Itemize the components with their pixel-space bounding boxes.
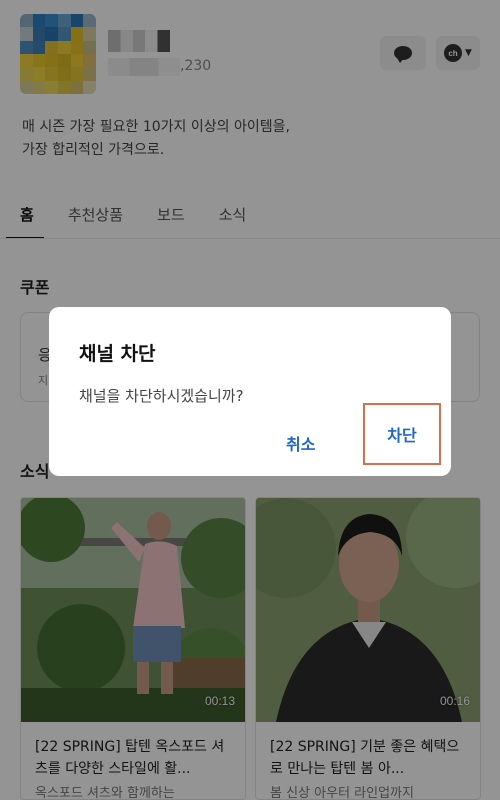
cancel-button[interactable]: 취소 [286, 431, 315, 455]
dialog-title: 채널 차단 [79, 343, 156, 365]
block-channel-dialog: 채널 차단 채널을 차단하시겠습니까? 취소 차단 [49, 307, 451, 476]
block-confirm-button[interactable]: 차단 [363, 403, 441, 465]
channel-home-page: ,230 ch ▼ 매 시즌 가장 필요한 10가지 이상의 아이템을, 가장 … [0, 0, 500, 800]
dialog-message: 채널을 차단하시겠습니까? [79, 387, 244, 405]
